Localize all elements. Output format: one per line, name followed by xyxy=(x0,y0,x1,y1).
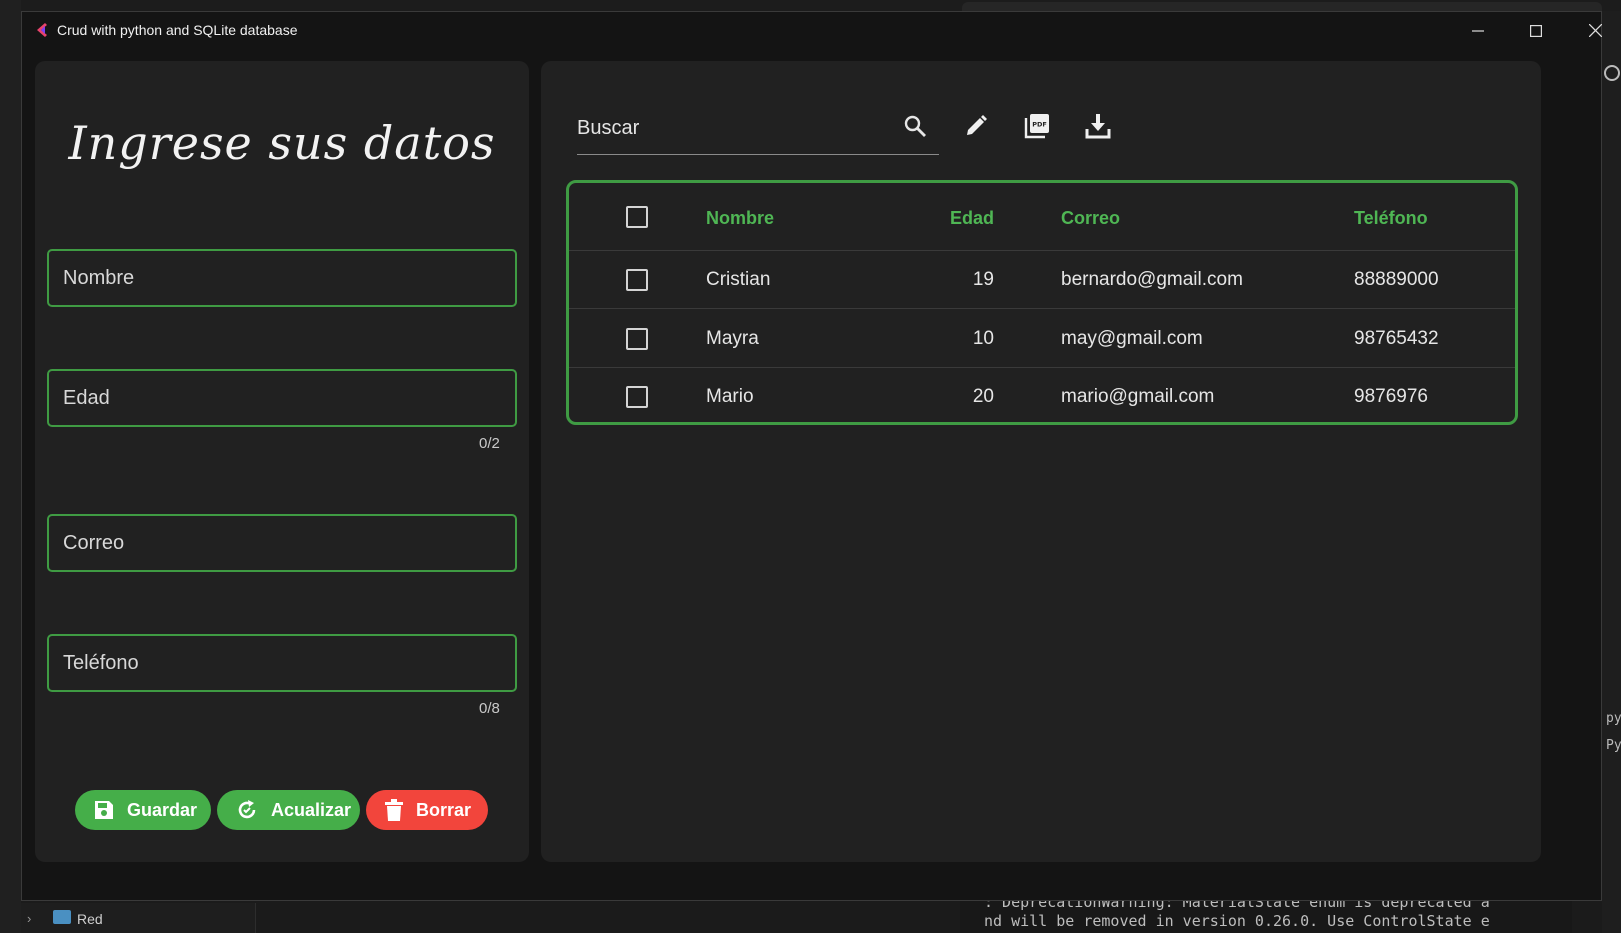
cell-edad: 19 xyxy=(972,269,994,290)
cell-nombre: Cristian xyxy=(706,269,771,290)
trash-icon xyxy=(385,799,403,821)
minimize-button[interactable] xyxy=(1450,12,1506,49)
column-header-edad[interactable]: Edad xyxy=(919,208,994,229)
telefono-char-counter: 0/8 xyxy=(479,700,500,717)
maximize-button[interactable] xyxy=(1508,12,1564,49)
maximize-icon xyxy=(1530,24,1542,37)
title-bar[interactable]: Crud with python and SQLite database xyxy=(22,12,1602,49)
chevron-right-icon: › xyxy=(27,911,32,926)
svg-text:PDF: PDF xyxy=(1032,121,1047,129)
search-input[interactable]: Buscar xyxy=(577,117,639,140)
form-panel: Ingrese sus datos 0/2 0/8 Guardar xyxy=(35,61,529,862)
flet-logo-icon xyxy=(37,23,47,37)
form-heading: Ingrese sus datos xyxy=(68,116,496,170)
close-icon xyxy=(1588,24,1602,37)
edad-char-counter: 0/2 xyxy=(479,435,500,452)
telefono-input[interactable] xyxy=(63,651,515,675)
cell-nombre: Mayra xyxy=(706,328,759,349)
telefono-field[interactable] xyxy=(47,634,517,692)
actualizar-label: Acualizar xyxy=(271,799,352,820)
edad-input[interactable] xyxy=(63,386,515,410)
select-all-checkbox[interactable] xyxy=(626,206,648,228)
cell-correo: mario@gmail.com xyxy=(1061,386,1215,407)
row-checkbox[interactable] xyxy=(626,386,648,408)
background-left-strip xyxy=(0,0,21,933)
close-button[interactable] xyxy=(1567,12,1621,49)
correo-field[interactable] xyxy=(47,514,517,572)
refresh-icon xyxy=(238,800,256,819)
borrar-label: Borrar xyxy=(416,799,472,820)
cell-correo: bernardo@gmail.com xyxy=(1061,269,1243,290)
table-row[interactable]: Mayra 10 may@gmail.com 98765432 xyxy=(569,310,1515,368)
search-button[interactable] xyxy=(900,111,930,141)
search-icon xyxy=(904,115,926,137)
row-checkbox[interactable] xyxy=(626,328,648,350)
window-title: Crud with python and SQLite database xyxy=(57,22,298,38)
background-right-strip: py Py xyxy=(1602,11,1621,933)
borrar-button[interactable]: Borrar xyxy=(366,790,488,830)
table-header-row: Nombre Edad Correo Teléfono xyxy=(569,183,1515,251)
table-row[interactable]: Mario 20 mario@gmail.com 9876976 xyxy=(569,368,1515,422)
cell-telefono: 9876976 xyxy=(1354,386,1428,407)
actualizar-button[interactable]: Acualizar xyxy=(217,790,360,830)
pdf-icon: PDF xyxy=(1024,114,1049,139)
network-icon xyxy=(53,910,71,924)
minimize-icon xyxy=(1472,29,1484,32)
guardar-button[interactable]: Guardar xyxy=(75,790,211,830)
cell-telefono: 88889000 xyxy=(1354,269,1439,290)
save-icon xyxy=(95,801,113,819)
data-panel: Buscar PDF Nombre Edad Correo Teléfono C… xyxy=(541,61,1541,862)
download-button[interactable] xyxy=(1083,111,1113,141)
column-header-correo[interactable]: Correo xyxy=(1061,208,1120,229)
column-header-telefono[interactable]: Teléfono xyxy=(1354,208,1428,229)
terminal-line: nd will be removed in version 0.26.0. Us… xyxy=(984,912,1490,930)
explorer-item-label: Red xyxy=(77,911,103,927)
nombre-field[interactable] xyxy=(47,249,517,307)
explorer-item[interactable]: › Red xyxy=(21,903,256,933)
background-side-label: py xyxy=(1606,711,1621,726)
background-side-label: Py xyxy=(1606,738,1621,753)
edit-icon xyxy=(967,115,987,135)
cell-edad: 20 xyxy=(972,386,994,407)
row-checkbox[interactable] xyxy=(626,269,648,291)
table-row[interactable]: Cristian 19 bernardo@gmail.com 88889000 xyxy=(569,251,1515,309)
background-accounts-icon xyxy=(1604,65,1620,81)
download-icon xyxy=(1085,114,1111,139)
cell-edad: 10 xyxy=(972,328,994,349)
edit-button[interactable] xyxy=(961,111,991,141)
edad-field[interactable] xyxy=(47,369,517,427)
data-table: Nombre Edad Correo Teléfono Cristian 19 … xyxy=(566,180,1518,425)
cell-nombre: Mario xyxy=(706,386,754,407)
export-pdf-button[interactable]: PDF xyxy=(1022,111,1052,141)
search-field[interactable]: Buscar xyxy=(577,101,939,155)
app-window: Crud with python and SQLite database Ing… xyxy=(21,11,1602,901)
cell-telefono: 98765432 xyxy=(1354,328,1439,349)
cell-correo: may@gmail.com xyxy=(1061,328,1203,349)
guardar-label: Guardar xyxy=(127,799,198,820)
correo-input[interactable] xyxy=(63,531,515,555)
column-header-nombre[interactable]: Nombre xyxy=(706,208,774,229)
nombre-input[interactable] xyxy=(63,266,515,290)
